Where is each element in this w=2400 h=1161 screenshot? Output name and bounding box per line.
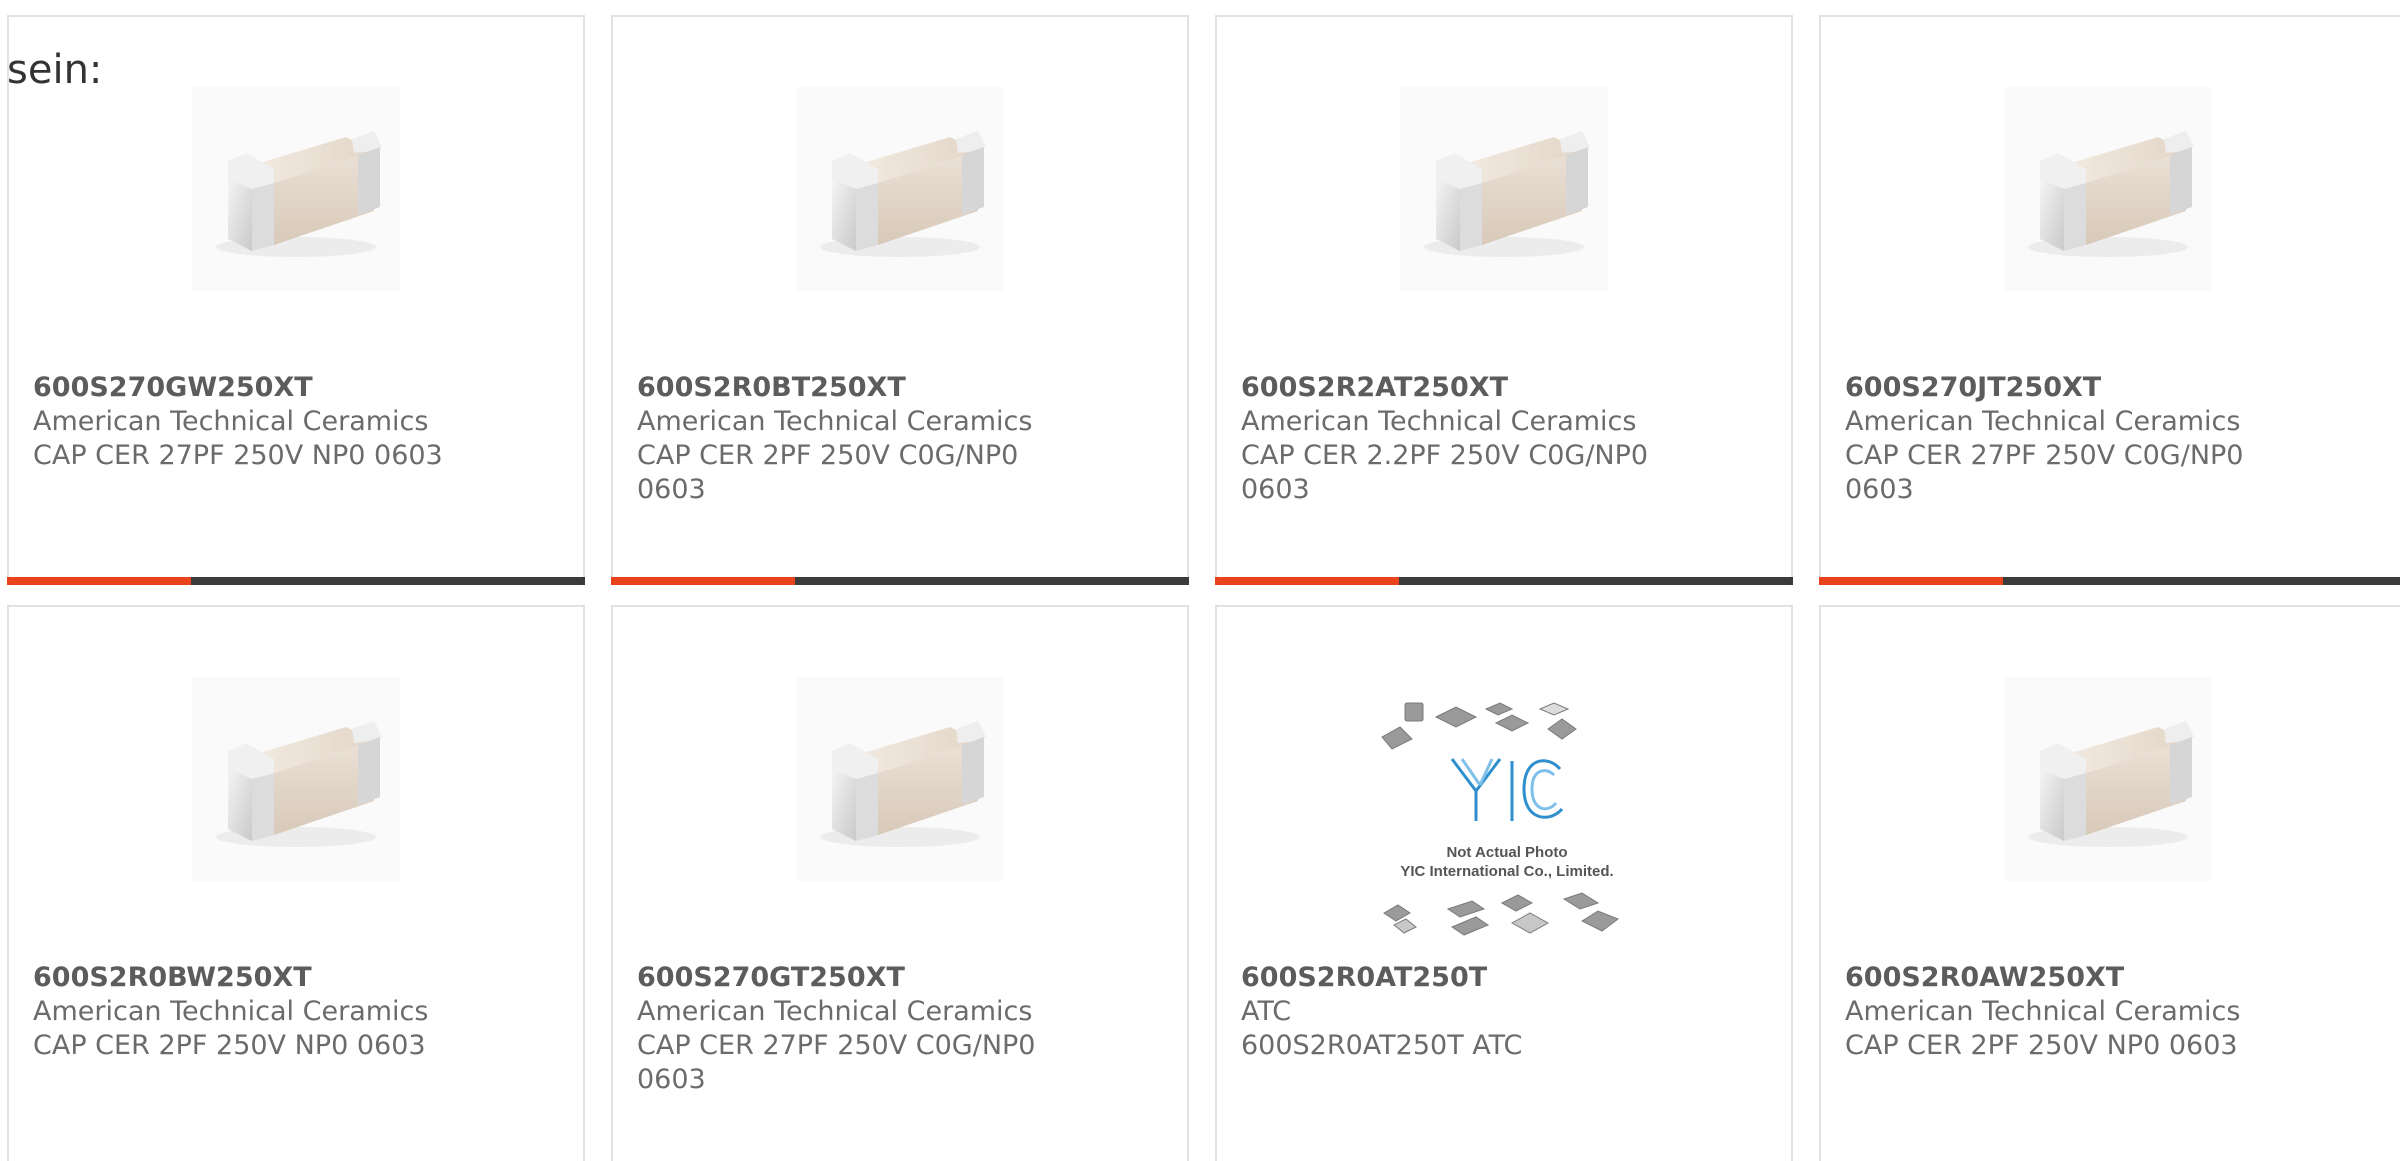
description: CAP CER 2PF 250V NP0 0603 bbox=[1845, 1030, 2238, 1061]
description: 600S2R0AT250T ATC bbox=[1241, 1030, 1523, 1061]
product-grid-page: sein: 600S270GW250XT American Technical … bbox=[0, 0, 2400, 1161]
capacitor-image[interactable] bbox=[2004, 677, 2212, 881]
card-accent-bar bbox=[611, 577, 1189, 585]
capacitor-image[interactable] bbox=[796, 87, 1004, 291]
product-card[interactable]: Not Actual Photo YIC International Co., … bbox=[1215, 605, 1793, 1161]
manufacturer: American Technical Ceramics bbox=[1845, 406, 2241, 437]
description: CAP CER 27PF 250V NP0 0603 bbox=[33, 440, 443, 471]
card-accent-bar bbox=[7, 577, 585, 585]
card-accent-bar bbox=[1819, 577, 2400, 585]
product-card[interactable]: 600S2R2AT250XT American Technical Cerami… bbox=[1215, 15, 1793, 585]
capacitor-image[interactable] bbox=[2004, 87, 2212, 291]
manufacturer: American Technical Ceramics bbox=[637, 406, 1033, 437]
card-accent-bar bbox=[1215, 577, 1793, 585]
product-info: 600S270GW250XT American Technical Cerami… bbox=[33, 371, 473, 473]
yic-placeholder-image[interactable]: Not Actual Photo YIC International Co., … bbox=[1372, 699, 1642, 944]
product-card[interactable]: 600S2R0BT250XT American Technical Cerami… bbox=[611, 15, 1189, 585]
product-info: 600S270GT250XT American Technical Cerami… bbox=[637, 961, 1077, 1097]
product-info: 600S2R0AT250T ATC 600S2R0AT250T ATC bbox=[1241, 961, 1681, 1063]
capacitor-image[interactable] bbox=[1400, 87, 1608, 291]
product-card[interactable]: 600S270GW250XT American Technical Cerami… bbox=[7, 15, 585, 585]
product-card[interactable]: 600S270JT250XT American Technical Cerami… bbox=[1819, 15, 2400, 585]
manufacturer: American Technical Ceramics bbox=[33, 406, 429, 437]
product-card[interactable]: 600S2R0BW250XT American Technical Cerami… bbox=[7, 605, 585, 1161]
part-number[interactable]: 600S270JT250XT bbox=[1845, 371, 2285, 405]
product-info: 600S2R0BT250XT American Technical Cerami… bbox=[637, 371, 1077, 507]
product-info: 600S2R0BW250XT American Technical Cerami… bbox=[33, 961, 473, 1063]
capacitor-image[interactable] bbox=[192, 677, 400, 881]
part-number[interactable]: 600S2R0AT250T bbox=[1241, 961, 1681, 995]
manufacturer: American Technical Ceramics bbox=[1241, 406, 1637, 437]
product-info: 600S2R0AW250XT American Technical Cerami… bbox=[1845, 961, 2285, 1063]
placeholder-company: YIC International Co., Limited. bbox=[1400, 863, 1613, 880]
part-number[interactable]: 600S270GT250XT bbox=[637, 961, 1077, 995]
description: CAP CER 27PF 250V C0G/NP0 0603 bbox=[637, 1030, 1036, 1095]
product-info: 600S2R2AT250XT American Technical Cerami… bbox=[1241, 371, 1681, 507]
description: CAP CER 2PF 250V NP0 0603 bbox=[33, 1030, 426, 1061]
description: CAP CER 2.2PF 250V C0G/NP0 0603 bbox=[1241, 440, 1649, 505]
description: CAP CER 27PF 250V C0G/NP0 0603 bbox=[1845, 440, 2244, 505]
part-number[interactable]: 600S2R0BW250XT bbox=[33, 961, 473, 995]
manufacturer: American Technical Ceramics bbox=[637, 996, 1033, 1027]
part-number[interactable]: 600S270GW250XT bbox=[33, 371, 473, 405]
manufacturer: ATC bbox=[1241, 996, 1292, 1027]
capacitor-image[interactable] bbox=[192, 87, 400, 291]
part-number[interactable]: 600S2R0AW250XT bbox=[1845, 961, 2285, 995]
manufacturer: American Technical Ceramics bbox=[33, 996, 429, 1027]
product-card[interactable]: 600S270GT250XT American Technical Cerami… bbox=[611, 605, 1189, 1161]
product-info: 600S270JT250XT American Technical Cerami… bbox=[1845, 371, 2285, 507]
manufacturer: American Technical Ceramics bbox=[1845, 996, 2241, 1027]
capacitor-image[interactable] bbox=[796, 677, 1004, 881]
intro-text: sein: bbox=[7, 47, 103, 93]
product-card[interactable]: 600S2R0AW250XT American Technical Cerami… bbox=[1819, 605, 2400, 1161]
part-number[interactable]: 600S2R2AT250XT bbox=[1241, 371, 1681, 405]
placeholder-caption: Not Actual Photo bbox=[1446, 844, 1567, 861]
part-number[interactable]: 600S2R0BT250XT bbox=[637, 371, 1077, 405]
description: CAP CER 2PF 250V C0G/NP0 0603 bbox=[637, 440, 1019, 505]
